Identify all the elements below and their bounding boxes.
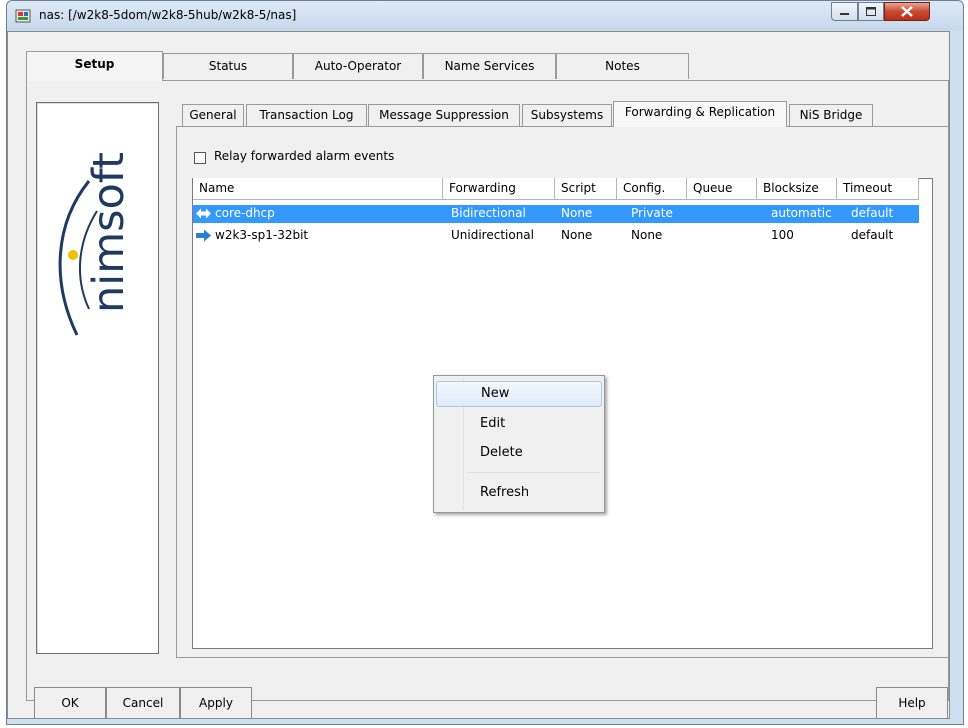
cell-timeout: default [851, 228, 894, 242]
cell-script: None [561, 206, 593, 220]
context-menu: New Edit Delete Refresh [433, 375, 605, 513]
relay-checkbox[interactable] [194, 152, 206, 164]
menu-item-label: Edit [480, 416, 506, 431]
tab-label: Auto-Operator [314, 59, 402, 73]
button-label: Help [898, 696, 926, 710]
table-row[interactable]: core-dhcp Bidirectional None Private aut… [193, 205, 919, 223]
close-button[interactable] [884, 2, 930, 21]
header-label: Forwarding [449, 181, 516, 195]
tab-transaction-log[interactable]: Transaction Log [246, 104, 367, 126]
title-bar[interactable]: nas: [/w2k8-5dom/w2k8-5hub/w2k8-5/nas] [7, 1, 963, 31]
menu-item-label: Refresh [480, 485, 530, 500]
header-label: Config. [623, 181, 666, 195]
tab-label: General [189, 108, 237, 122]
tab-name-services[interactable]: Name Services [423, 53, 556, 79]
column-header-queue[interactable]: Queue [687, 178, 757, 200]
tab-label: Forwarding & Replication [624, 105, 776, 119]
header-label: Queue [693, 181, 733, 195]
nimsoft-logo: nimsoft [36, 102, 159, 654]
cell-config: Private [631, 206, 673, 220]
tab-nis-bridge[interactable]: NiS Bridge [789, 104, 873, 126]
tab-label: Name Services [444, 59, 535, 73]
tab-label: NiS Bridge [799, 108, 863, 122]
cell-blocksize: automatic [771, 206, 832, 220]
ok-button[interactable]: OK [34, 687, 106, 719]
app-icon [15, 9, 31, 23]
help-button[interactable]: Help [876, 687, 948, 719]
window-title: nas: [/w2k8-5dom/w2k8-5hub/w2k8-5/nas] [39, 8, 297, 22]
maximize-button[interactable] [858, 2, 884, 21]
cell-forwarding: Bidirectional [451, 206, 526, 220]
menu-item-new[interactable]: New [436, 381, 602, 407]
column-header-timeout[interactable]: Timeout [837, 178, 919, 200]
column-header-name[interactable]: Name [193, 178, 443, 200]
tab-message-suppression[interactable]: Message Suppression [368, 104, 520, 126]
button-label: OK [61, 696, 79, 710]
tab-forwarding-replication[interactable]: Forwarding & Replication [613, 101, 787, 127]
tab-label: Message Suppression [379, 108, 509, 122]
cell-config: None [631, 228, 663, 242]
tab-label: Transaction Log [259, 108, 354, 122]
button-label: Cancel [122, 696, 164, 710]
maximize-icon [866, 7, 876, 16]
tab-label: Subsystems [530, 108, 604, 122]
tab-subsystems[interactable]: Subsystems [522, 104, 612, 126]
bidirectional-arrow-icon [196, 208, 211, 219]
cell-forwarding: Unidirectional [451, 228, 534, 242]
header-label: Name [199, 181, 235, 195]
nimsoft-logo-graphic: nimsoft [58, 152, 134, 336]
header-label: Timeout [843, 181, 893, 195]
minimize-button[interactable] [831, 2, 858, 21]
cell-name: w2k3-sp1-32bit [215, 228, 309, 242]
apply-button[interactable]: Apply [180, 687, 252, 719]
menu-item-delete[interactable]: Delete [436, 440, 602, 466]
table-row[interactable]: w2k3-sp1-32bit Unidirectional None None … [193, 227, 919, 245]
tab-notes[interactable]: Notes [556, 53, 689, 79]
menu-item-refresh[interactable]: Refresh [436, 480, 602, 506]
column-header-script[interactable]: Script [555, 178, 617, 200]
cell-script: None [561, 228, 593, 242]
tab-status[interactable]: Status [163, 53, 293, 79]
button-label: Apply [199, 696, 233, 710]
column-header-config[interactable]: Config. [617, 178, 687, 200]
cancel-button[interactable]: Cancel [106, 687, 180, 719]
cell-timeout: default [851, 206, 894, 220]
cell-blocksize: 100 [771, 228, 794, 242]
tab-general[interactable]: General [182, 104, 244, 126]
header-label: Script [561, 181, 596, 195]
tab-label: Notes [605, 59, 640, 73]
header-label: Blocksize [763, 181, 819, 195]
column-header-blocksize[interactable]: Blocksize [757, 178, 837, 200]
menu-separator [467, 472, 600, 473]
menu-item-edit[interactable]: Edit [436, 411, 602, 437]
right-arrow-icon [196, 229, 211, 242]
close-icon [901, 6, 913, 17]
cell-name: core-dhcp [215, 206, 275, 220]
logo-text: nimsoft [84, 152, 134, 313]
tab-label: Setup [74, 57, 115, 71]
tab-auto-operator[interactable]: Auto-Operator [293, 53, 423, 79]
column-header-forwarding[interactable]: Forwarding [443, 178, 555, 200]
menu-item-label: Delete [480, 445, 523, 460]
relay-checkbox-label: Relay forwarded alarm events [214, 149, 395, 163]
tab-setup[interactable]: Setup [26, 51, 163, 81]
minimize-icon [840, 13, 849, 15]
menu-item-label: New [481, 386, 510, 401]
tab-label: Status [208, 59, 248, 73]
